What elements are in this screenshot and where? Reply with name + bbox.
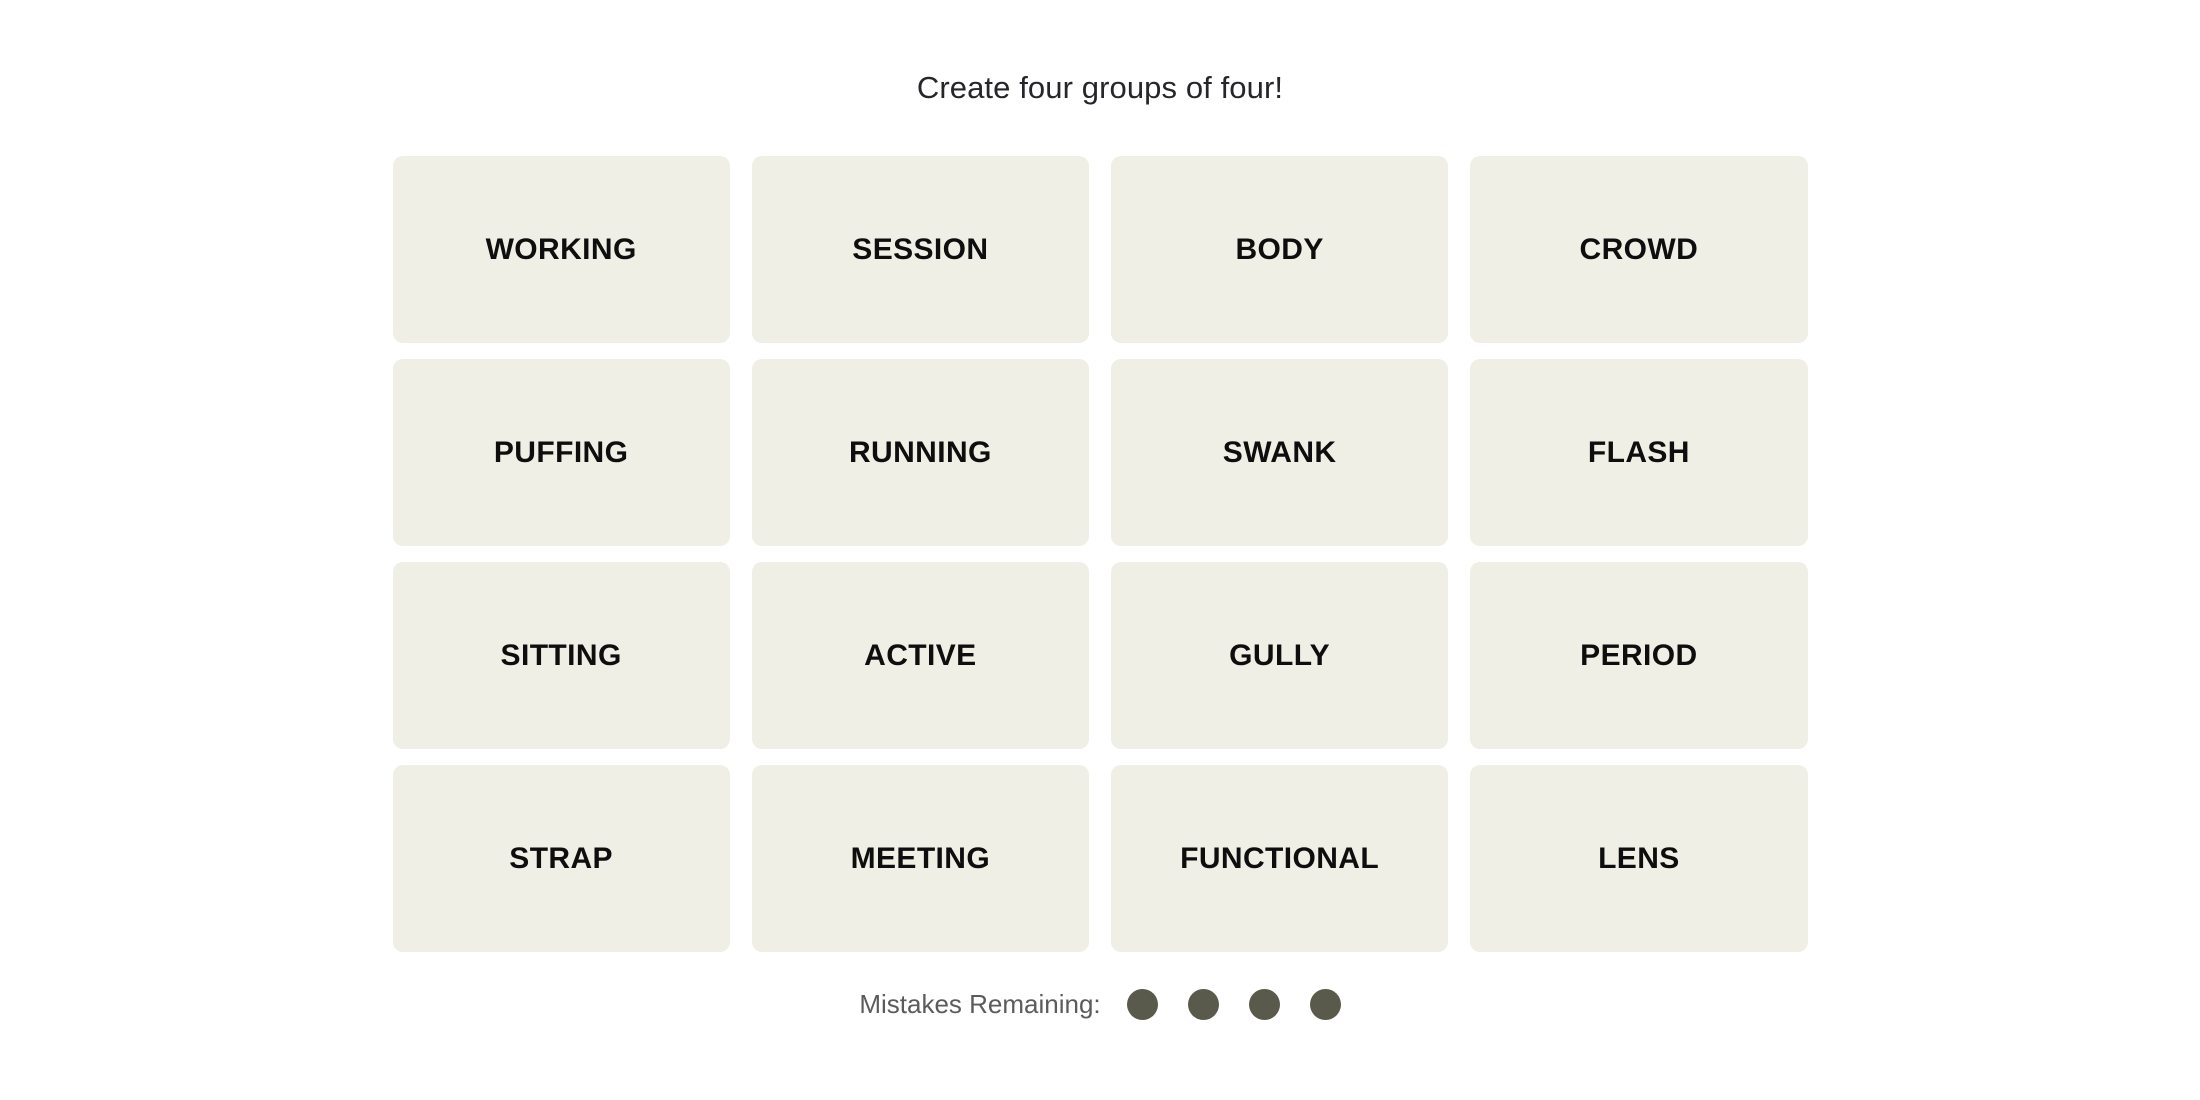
- connections-game: Create four groups of four! WORKING SESS…: [0, 0, 2200, 1100]
- word-tile-sitting[interactable]: SITTING: [392, 562, 730, 749]
- word-tile-flash[interactable]: FLASH: [1470, 359, 1808, 546]
- word-tile-working[interactable]: WORKING: [392, 156, 730, 343]
- word-tile-label: STRAP: [509, 841, 613, 875]
- word-tile-label: GULLY: [1229, 638, 1331, 672]
- word-tile-puffing[interactable]: PUFFING: [392, 359, 730, 546]
- word-tile-label: ACTIVE: [864, 638, 977, 672]
- word-tile-gully[interactable]: GULLY: [1111, 562, 1449, 749]
- word-tile-lens[interactable]: LENS: [1470, 765, 1808, 952]
- word-tile-label: BODY: [1235, 232, 1324, 266]
- word-tile-label: SWANK: [1222, 435, 1337, 469]
- word-tile-label: PUFFING: [493, 435, 629, 469]
- word-tile-meeting[interactable]: MEETING: [751, 765, 1089, 952]
- mistake-dot-3: [1248, 988, 1280, 1020]
- word-tile-label: WORKING: [485, 232, 637, 266]
- word-grid: WORKING SESSION BODY CROWD PUFFING RUNNI…: [392, 156, 1808, 952]
- word-tile-running[interactable]: RUNNING: [751, 359, 1089, 546]
- word-tile-label: FLASH: [1587, 435, 1690, 469]
- word-tile-label: LENS: [1598, 841, 1680, 875]
- mistake-dot-2: [1187, 988, 1219, 1020]
- word-tile-session[interactable]: SESSION: [751, 156, 1089, 343]
- word-tile-label: PERIOD: [1580, 638, 1698, 672]
- word-tile-label: SESSION: [852, 232, 989, 266]
- word-tile-label: SITTING: [500, 638, 622, 672]
- word-tile-label: MEETING: [850, 841, 991, 875]
- mistake-dot-1: [1126, 988, 1158, 1020]
- word-tile-label: CROWD: [1579, 232, 1699, 266]
- word-tile-functional[interactable]: FUNCTIONAL: [1111, 765, 1449, 952]
- word-tile-label: RUNNING: [848, 435, 992, 469]
- word-tile-strap[interactable]: STRAP: [392, 765, 730, 952]
- mistake-dot-4: [1309, 988, 1341, 1020]
- word-tile-label: FUNCTIONAL: [1180, 841, 1380, 875]
- mistakes-remaining: Mistakes Remaining:: [859, 984, 1341, 1024]
- page-title: Create four groups of four!: [916, 70, 1284, 105]
- word-tile-period[interactable]: PERIOD: [1470, 562, 1808, 749]
- word-tile-crowd[interactable]: CROWD: [1470, 156, 1808, 343]
- mistakes-remaining-label: Mistakes Remaining:: [859, 989, 1101, 1019]
- mistakes-dot-group: [1126, 988, 1341, 1020]
- word-tile-active[interactable]: ACTIVE: [751, 562, 1089, 749]
- word-tile-swank[interactable]: SWANK: [1111, 359, 1449, 546]
- word-tile-body[interactable]: BODY: [1111, 156, 1449, 343]
